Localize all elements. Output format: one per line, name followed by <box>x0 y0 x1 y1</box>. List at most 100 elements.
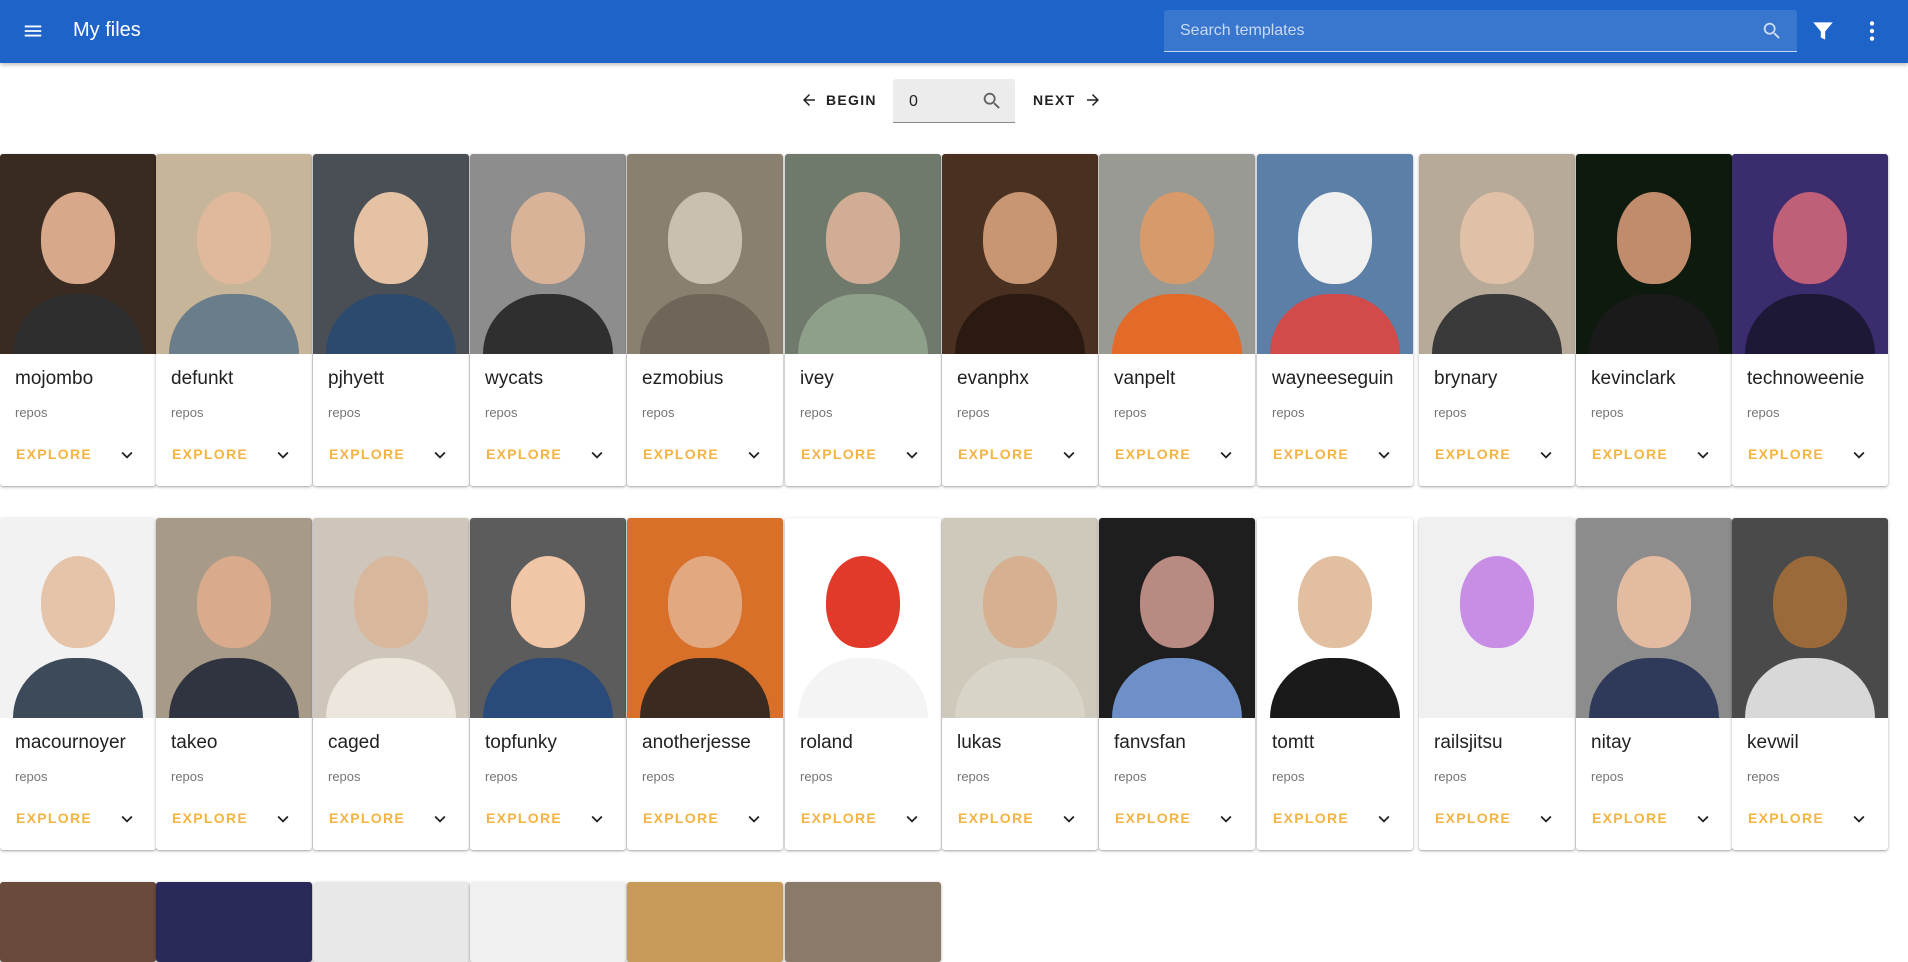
avatar-image[interactable] <box>627 154 783 354</box>
chevron-down-icon[interactable] <box>743 808 765 830</box>
avatar-image[interactable] <box>313 154 469 354</box>
avatar-image[interactable] <box>942 154 1098 354</box>
template-card[interactable]: mojombo repos EXPLORE <box>0 154 156 486</box>
template-card[interactable] <box>0 882 156 962</box>
explore-button[interactable]: EXPLORE <box>329 810 405 826</box>
avatar-image[interactable] <box>470 154 626 354</box>
explore-button[interactable]: EXPLORE <box>1273 810 1349 826</box>
next-button[interactable]: NEXT <box>1033 85 1102 115</box>
chevron-down-icon[interactable] <box>1848 808 1870 830</box>
template-card[interactable]: takeo repos EXPLORE <box>156 518 312 850</box>
template-card[interactable]: brynary repos EXPLORE <box>1419 154 1575 486</box>
explore-button[interactable]: EXPLORE <box>1435 810 1511 826</box>
avatar-image[interactable] <box>470 882 626 962</box>
explore-button[interactable]: EXPLORE <box>1748 446 1824 462</box>
chevron-down-icon[interactable] <box>116 808 138 830</box>
page-number-field[interactable] <box>893 79 1015 123</box>
template-card[interactable]: tomtt repos EXPLORE <box>1257 518 1413 850</box>
search-icon[interactable] <box>1761 20 1783 42</box>
filter-icon[interactable] <box>1810 18 1836 44</box>
template-card[interactable]: wayneeseguin repos EXPLORE <box>1257 154 1413 486</box>
template-card[interactable]: macournoyer repos EXPLORE <box>0 518 156 850</box>
chevron-down-icon[interactable] <box>1535 444 1557 466</box>
avatar-image[interactable] <box>156 882 312 962</box>
chevron-down-icon[interactable] <box>116 444 138 466</box>
chevron-down-icon[interactable] <box>1692 444 1714 466</box>
avatar-image[interactable] <box>1732 518 1888 718</box>
template-card[interactable]: caged repos EXPLORE <box>313 518 469 850</box>
template-card[interactable]: wycats repos EXPLORE <box>470 154 626 486</box>
template-card[interactable]: technoweenie repos EXPLORE <box>1732 154 1888 486</box>
template-card[interactable]: roland repos EXPLORE <box>785 518 941 850</box>
template-card[interactable]: nitay repos EXPLORE <box>1576 518 1732 850</box>
template-card[interactable]: railsjitsu repos EXPLORE <box>1419 518 1575 850</box>
page-number-input[interactable] <box>909 87 969 117</box>
chevron-down-icon[interactable] <box>1058 444 1080 466</box>
explore-button[interactable]: EXPLORE <box>1592 446 1668 462</box>
explore-button[interactable]: EXPLORE <box>1273 446 1349 462</box>
template-card[interactable] <box>627 882 783 962</box>
chevron-down-icon[interactable] <box>901 808 923 830</box>
chevron-down-icon[interactable] <box>1373 808 1395 830</box>
template-card[interactable] <box>313 882 469 962</box>
chevron-down-icon[interactable] <box>1215 444 1237 466</box>
chevron-down-icon[interactable] <box>429 444 451 466</box>
chevron-down-icon[interactable] <box>901 444 923 466</box>
chevron-down-icon[interactable] <box>272 808 294 830</box>
avatar-image[interactable] <box>156 154 312 354</box>
more-vert-icon[interactable] <box>1859 18 1885 44</box>
explore-button[interactable]: EXPLORE <box>1115 446 1191 462</box>
avatar-image[interactable] <box>0 518 156 718</box>
template-card[interactable] <box>470 882 626 962</box>
template-card[interactable] <box>156 882 312 962</box>
chevron-down-icon[interactable] <box>429 808 451 830</box>
explore-button[interactable]: EXPLORE <box>643 446 719 462</box>
template-card[interactable]: vanpelt repos EXPLORE <box>1099 154 1255 486</box>
explore-button[interactable]: EXPLORE <box>1748 810 1824 826</box>
template-card[interactable]: kevwil repos EXPLORE <box>1732 518 1888 850</box>
avatar-image[interactable] <box>313 882 469 962</box>
avatar-image[interactable] <box>1257 154 1413 354</box>
begin-button[interactable]: BEGIN <box>800 85 877 115</box>
avatar-image[interactable] <box>785 518 941 718</box>
explore-button[interactable]: EXPLORE <box>1592 810 1668 826</box>
avatar-image[interactable] <box>156 518 312 718</box>
avatar-image[interactable] <box>470 518 626 718</box>
avatar-image[interactable] <box>942 518 1098 718</box>
chevron-down-icon[interactable] <box>586 444 608 466</box>
avatar-image[interactable] <box>0 882 156 962</box>
template-card[interactable]: topfunky repos EXPLORE <box>470 518 626 850</box>
explore-button[interactable]: EXPLORE <box>801 810 877 826</box>
chevron-down-icon[interactable] <box>1692 808 1714 830</box>
template-card[interactable]: defunkt repos EXPLORE <box>156 154 312 486</box>
template-card[interactable]: lukas repos EXPLORE <box>942 518 1098 850</box>
chevron-down-icon[interactable] <box>272 444 294 466</box>
template-card[interactable]: pjhyett repos EXPLORE <box>313 154 469 486</box>
chevron-down-icon[interactable] <box>1373 444 1395 466</box>
avatar-image[interactable] <box>627 518 783 718</box>
avatar-image[interactable] <box>1419 518 1575 718</box>
explore-button[interactable]: EXPLORE <box>958 810 1034 826</box>
explore-button[interactable]: EXPLORE <box>801 446 877 462</box>
chevron-down-icon[interactable] <box>1848 444 1870 466</box>
search-field[interactable] <box>1164 10 1797 52</box>
menu-icon[interactable] <box>18 16 48 46</box>
template-card[interactable]: evanphx repos EXPLORE <box>942 154 1098 486</box>
template-card[interactable]: fanvsfan repos EXPLORE <box>1099 518 1255 850</box>
explore-button[interactable]: EXPLORE <box>643 810 719 826</box>
avatar-image[interactable] <box>1576 154 1732 354</box>
chevron-down-icon[interactable] <box>1215 808 1237 830</box>
avatar-image[interactable] <box>1419 154 1575 354</box>
explore-button[interactable]: EXPLORE <box>958 446 1034 462</box>
template-card[interactable] <box>785 882 941 962</box>
chevron-down-icon[interactable] <box>586 808 608 830</box>
explore-button[interactable]: EXPLORE <box>16 810 92 826</box>
avatar-image[interactable] <box>313 518 469 718</box>
explore-button[interactable]: EXPLORE <box>1435 446 1511 462</box>
chevron-down-icon[interactable] <box>743 444 765 466</box>
template-card[interactable]: ivey repos EXPLORE <box>785 154 941 486</box>
avatar-image[interactable] <box>785 154 941 354</box>
explore-button[interactable]: EXPLORE <box>1115 810 1191 826</box>
avatar-image[interactable] <box>1099 518 1255 718</box>
template-card[interactable]: kevinclark repos EXPLORE <box>1576 154 1732 486</box>
